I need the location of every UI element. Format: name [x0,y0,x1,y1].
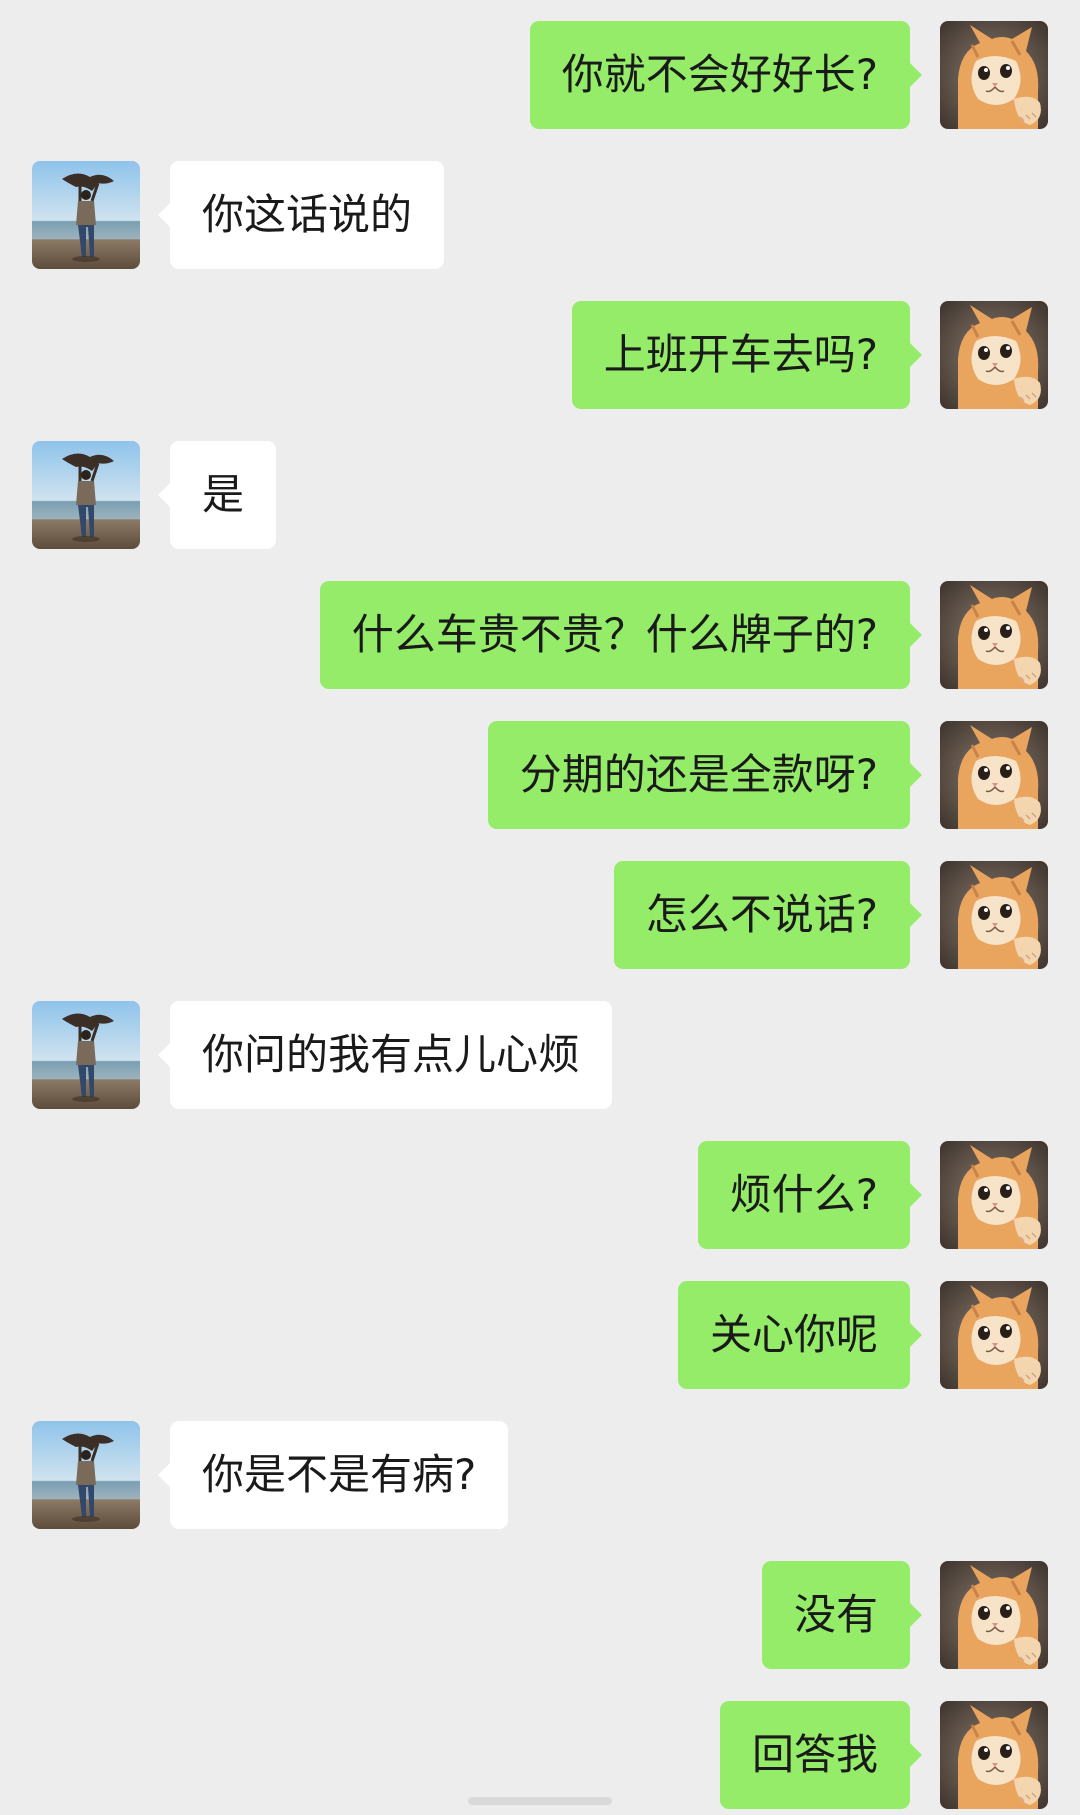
person-on-beach-avatar-icon[interactable] [32,1001,140,1109]
message-row-incoming: 你这话说的 [0,161,1080,269]
home-indicator [468,1797,612,1805]
message-row-outgoing: 关心你呢 [0,1281,1080,1389]
message-bubble-outgoing[interactable]: 烦什么? [697,1141,923,1249]
cat-avatar-icon[interactable] [940,721,1048,829]
cat-avatar-icon[interactable] [940,581,1048,689]
message-bubble-incoming[interactable]: 你是不是有病? [157,1421,509,1529]
cat-avatar-icon[interactable] [940,21,1048,129]
cat-avatar-icon[interactable] [940,861,1048,969]
message-row-outgoing: 烦什么? [0,1141,1080,1249]
person-on-beach-avatar-icon[interactable] [32,161,140,269]
message-row-outgoing: 上班开车去吗? [0,301,1080,409]
message-bubble-outgoing[interactable]: 你就不会好好长? [529,21,923,129]
cat-avatar-icon[interactable] [940,1561,1048,1669]
cat-avatar-icon[interactable] [940,301,1048,409]
message-row-outgoing: 你就不会好好长? [0,21,1080,129]
cat-avatar-icon[interactable] [940,1281,1048,1389]
message-bubble-outgoing[interactable]: 回答我 [719,1701,923,1809]
person-on-beach-avatar-icon[interactable] [32,441,140,549]
message-bubble-outgoing[interactable]: 分期的还是全款呀? [487,721,923,829]
cat-avatar-icon[interactable] [940,1141,1048,1249]
message-row-outgoing: 没有 [0,1561,1080,1669]
person-on-beach-avatar-icon[interactable] [32,1421,140,1529]
message-bubble-incoming[interactable]: 你问的我有点儿心烦 [157,1001,613,1109]
message-row-incoming: 你问的我有点儿心烦 [0,1001,1080,1109]
message-bubble-outgoing[interactable]: 上班开车去吗? [571,301,923,409]
message-row-outgoing: 怎么不说话? [0,861,1080,969]
message-bubble-incoming[interactable]: 你这话说的 [157,161,445,269]
message-row-outgoing: 回答我 [0,1701,1080,1809]
message-bubble-outgoing[interactable]: 没有 [761,1561,923,1669]
message-row-outgoing: 分期的还是全款呀? [0,721,1080,829]
message-row-outgoing: 什么车贵不贵？什么牌子的? [0,581,1080,689]
cat-avatar-icon[interactable] [940,1701,1048,1809]
message-bubble-outgoing[interactable]: 什么车贵不贵？什么牌子的? [319,581,923,689]
message-row-incoming: 你是不是有病? [0,1421,1080,1529]
message-row-incoming: 是 [0,441,1080,549]
message-bubble-incoming[interactable]: 是 [157,441,277,549]
chat-message-list[interactable]: 你就不会好好长? 你这话说的 上班开车去吗? 是 什么车贵不贵？什么牌子的? 分… [0,0,1080,1815]
message-bubble-outgoing[interactable]: 怎么不说话? [613,861,923,969]
message-bubble-outgoing[interactable]: 关心你呢 [677,1281,923,1389]
